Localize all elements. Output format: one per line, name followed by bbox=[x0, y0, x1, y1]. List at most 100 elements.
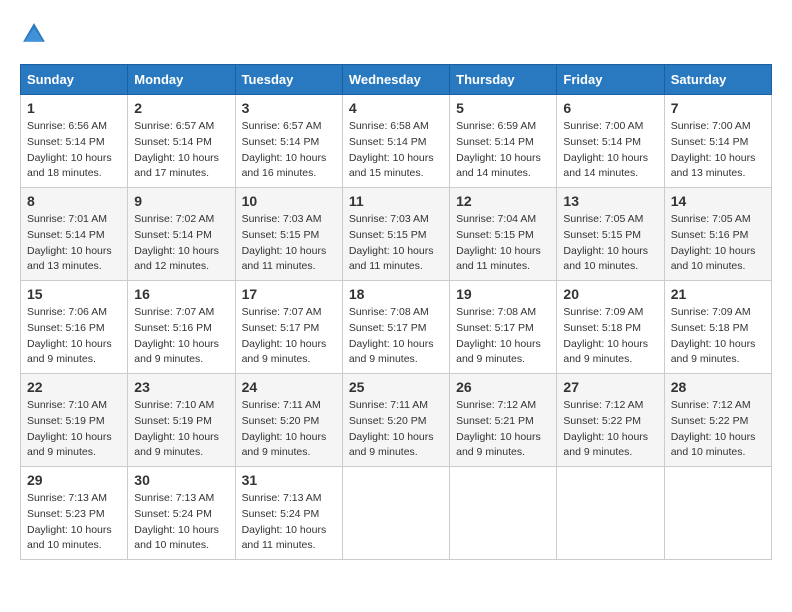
day-number: 28 bbox=[671, 379, 765, 395]
header-day-wednesday: Wednesday bbox=[342, 65, 449, 95]
day-cell: 12 Sunrise: 7:04 AM Sunset: 5:15 PM Dayl… bbox=[450, 188, 557, 281]
day-detail: Sunrise: 7:10 AM Sunset: 5:19 PM Dayligh… bbox=[27, 398, 121, 461]
day-number: 10 bbox=[242, 193, 336, 209]
day-detail: Sunrise: 7:06 AM Sunset: 5:16 PM Dayligh… bbox=[27, 305, 121, 368]
day-number: 25 bbox=[349, 379, 443, 395]
day-number: 18 bbox=[349, 286, 443, 302]
day-cell: 13 Sunrise: 7:05 AM Sunset: 5:15 PM Dayl… bbox=[557, 188, 664, 281]
calendar-table: SundayMondayTuesdayWednesdayThursdayFrid… bbox=[20, 64, 772, 560]
day-cell: 28 Sunrise: 7:12 AM Sunset: 5:22 PM Dayl… bbox=[664, 374, 771, 467]
day-number: 3 bbox=[242, 100, 336, 116]
day-detail: Sunrise: 7:11 AM Sunset: 5:20 PM Dayligh… bbox=[349, 398, 443, 461]
day-number: 27 bbox=[563, 379, 657, 395]
day-detail: Sunrise: 7:09 AM Sunset: 5:18 PM Dayligh… bbox=[671, 305, 765, 368]
day-cell: 30 Sunrise: 7:13 AM Sunset: 5:24 PM Dayl… bbox=[128, 467, 235, 560]
day-number: 11 bbox=[349, 193, 443, 209]
day-cell: 3 Sunrise: 6:57 AM Sunset: 5:14 PM Dayli… bbox=[235, 95, 342, 188]
day-detail: Sunrise: 7:05 AM Sunset: 5:15 PM Dayligh… bbox=[563, 212, 657, 275]
day-cell: 10 Sunrise: 7:03 AM Sunset: 5:15 PM Dayl… bbox=[235, 188, 342, 281]
day-number: 20 bbox=[563, 286, 657, 302]
day-detail: Sunrise: 6:56 AM Sunset: 5:14 PM Dayligh… bbox=[27, 119, 121, 182]
day-detail: Sunrise: 7:11 AM Sunset: 5:20 PM Dayligh… bbox=[242, 398, 336, 461]
day-cell bbox=[342, 467, 449, 560]
day-cell: 8 Sunrise: 7:01 AM Sunset: 5:14 PM Dayli… bbox=[21, 188, 128, 281]
day-cell: 20 Sunrise: 7:09 AM Sunset: 5:18 PM Dayl… bbox=[557, 281, 664, 374]
day-number: 26 bbox=[456, 379, 550, 395]
day-cell: 11 Sunrise: 7:03 AM Sunset: 5:15 PM Dayl… bbox=[342, 188, 449, 281]
day-cell: 18 Sunrise: 7:08 AM Sunset: 5:17 PM Dayl… bbox=[342, 281, 449, 374]
header-day-sunday: Sunday bbox=[21, 65, 128, 95]
day-detail: Sunrise: 7:12 AM Sunset: 5:22 PM Dayligh… bbox=[563, 398, 657, 461]
day-number: 13 bbox=[563, 193, 657, 209]
day-detail: Sunrise: 6:57 AM Sunset: 5:14 PM Dayligh… bbox=[242, 119, 336, 182]
header-day-friday: Friday bbox=[557, 65, 664, 95]
day-detail: Sunrise: 7:09 AM Sunset: 5:18 PM Dayligh… bbox=[563, 305, 657, 368]
week-row-5: 29 Sunrise: 7:13 AM Sunset: 5:23 PM Dayl… bbox=[21, 467, 772, 560]
day-detail: Sunrise: 7:00 AM Sunset: 5:14 PM Dayligh… bbox=[563, 119, 657, 182]
day-detail: Sunrise: 6:59 AM Sunset: 5:14 PM Dayligh… bbox=[456, 119, 550, 182]
day-number: 22 bbox=[27, 379, 121, 395]
day-cell: 16 Sunrise: 7:07 AM Sunset: 5:16 PM Dayl… bbox=[128, 281, 235, 374]
day-cell: 24 Sunrise: 7:11 AM Sunset: 5:20 PM Dayl… bbox=[235, 374, 342, 467]
header-day-monday: Monday bbox=[128, 65, 235, 95]
day-detail: Sunrise: 7:12 AM Sunset: 5:22 PM Dayligh… bbox=[671, 398, 765, 461]
day-detail: Sunrise: 7:03 AM Sunset: 5:15 PM Dayligh… bbox=[242, 212, 336, 275]
day-cell bbox=[450, 467, 557, 560]
day-cell: 9 Sunrise: 7:02 AM Sunset: 5:14 PM Dayli… bbox=[128, 188, 235, 281]
logo-icon bbox=[20, 20, 48, 48]
day-detail: Sunrise: 7:08 AM Sunset: 5:17 PM Dayligh… bbox=[456, 305, 550, 368]
day-cell: 6 Sunrise: 7:00 AM Sunset: 5:14 PM Dayli… bbox=[557, 95, 664, 188]
day-detail: Sunrise: 7:04 AM Sunset: 5:15 PM Dayligh… bbox=[456, 212, 550, 275]
day-detail: Sunrise: 7:01 AM Sunset: 5:14 PM Dayligh… bbox=[27, 212, 121, 275]
day-number: 1 bbox=[27, 100, 121, 116]
day-cell: 17 Sunrise: 7:07 AM Sunset: 5:17 PM Dayl… bbox=[235, 281, 342, 374]
day-cell: 19 Sunrise: 7:08 AM Sunset: 5:17 PM Dayl… bbox=[450, 281, 557, 374]
week-row-4: 22 Sunrise: 7:10 AM Sunset: 5:19 PM Dayl… bbox=[21, 374, 772, 467]
day-number: 6 bbox=[563, 100, 657, 116]
day-cell: 29 Sunrise: 7:13 AM Sunset: 5:23 PM Dayl… bbox=[21, 467, 128, 560]
day-detail: Sunrise: 7:12 AM Sunset: 5:21 PM Dayligh… bbox=[456, 398, 550, 461]
day-cell bbox=[557, 467, 664, 560]
day-detail: Sunrise: 7:10 AM Sunset: 5:19 PM Dayligh… bbox=[134, 398, 228, 461]
day-number: 23 bbox=[134, 379, 228, 395]
day-number: 8 bbox=[27, 193, 121, 209]
day-detail: Sunrise: 6:58 AM Sunset: 5:14 PM Dayligh… bbox=[349, 119, 443, 182]
day-number: 12 bbox=[456, 193, 550, 209]
day-cell: 27 Sunrise: 7:12 AM Sunset: 5:22 PM Dayl… bbox=[557, 374, 664, 467]
day-number: 4 bbox=[349, 100, 443, 116]
day-number: 17 bbox=[242, 286, 336, 302]
day-detail: Sunrise: 7:00 AM Sunset: 5:14 PM Dayligh… bbox=[671, 119, 765, 182]
day-cell: 7 Sunrise: 7:00 AM Sunset: 5:14 PM Dayli… bbox=[664, 95, 771, 188]
day-number: 16 bbox=[134, 286, 228, 302]
day-cell: 15 Sunrise: 7:06 AM Sunset: 5:16 PM Dayl… bbox=[21, 281, 128, 374]
day-detail: Sunrise: 7:05 AM Sunset: 5:16 PM Dayligh… bbox=[671, 212, 765, 275]
header-row: SundayMondayTuesdayWednesdayThursdayFrid… bbox=[21, 65, 772, 95]
day-detail: Sunrise: 7:13 AM Sunset: 5:24 PM Dayligh… bbox=[134, 491, 228, 554]
day-cell: 1 Sunrise: 6:56 AM Sunset: 5:14 PM Dayli… bbox=[21, 95, 128, 188]
header-day-saturday: Saturday bbox=[664, 65, 771, 95]
header bbox=[20, 20, 772, 48]
day-number: 19 bbox=[456, 286, 550, 302]
day-detail: Sunrise: 7:13 AM Sunset: 5:24 PM Dayligh… bbox=[242, 491, 336, 554]
day-number: 29 bbox=[27, 472, 121, 488]
day-detail: Sunrise: 7:07 AM Sunset: 5:17 PM Dayligh… bbox=[242, 305, 336, 368]
day-number: 5 bbox=[456, 100, 550, 116]
day-detail: Sunrise: 6:57 AM Sunset: 5:14 PM Dayligh… bbox=[134, 119, 228, 182]
day-number: 14 bbox=[671, 193, 765, 209]
day-number: 30 bbox=[134, 472, 228, 488]
day-cell: 4 Sunrise: 6:58 AM Sunset: 5:14 PM Dayli… bbox=[342, 95, 449, 188]
week-row-3: 15 Sunrise: 7:06 AM Sunset: 5:16 PM Dayl… bbox=[21, 281, 772, 374]
week-row-1: 1 Sunrise: 6:56 AM Sunset: 5:14 PM Dayli… bbox=[21, 95, 772, 188]
day-number: 31 bbox=[242, 472, 336, 488]
day-cell: 25 Sunrise: 7:11 AM Sunset: 5:20 PM Dayl… bbox=[342, 374, 449, 467]
day-cell: 23 Sunrise: 7:10 AM Sunset: 5:19 PM Dayl… bbox=[128, 374, 235, 467]
day-cell: 31 Sunrise: 7:13 AM Sunset: 5:24 PM Dayl… bbox=[235, 467, 342, 560]
day-detail: Sunrise: 7:13 AM Sunset: 5:23 PM Dayligh… bbox=[27, 491, 121, 554]
day-number: 21 bbox=[671, 286, 765, 302]
day-number: 24 bbox=[242, 379, 336, 395]
week-row-2: 8 Sunrise: 7:01 AM Sunset: 5:14 PM Dayli… bbox=[21, 188, 772, 281]
day-detail: Sunrise: 7:03 AM Sunset: 5:15 PM Dayligh… bbox=[349, 212, 443, 275]
day-detail: Sunrise: 7:07 AM Sunset: 5:16 PM Dayligh… bbox=[134, 305, 228, 368]
day-detail: Sunrise: 7:02 AM Sunset: 5:14 PM Dayligh… bbox=[134, 212, 228, 275]
day-cell: 21 Sunrise: 7:09 AM Sunset: 5:18 PM Dayl… bbox=[664, 281, 771, 374]
